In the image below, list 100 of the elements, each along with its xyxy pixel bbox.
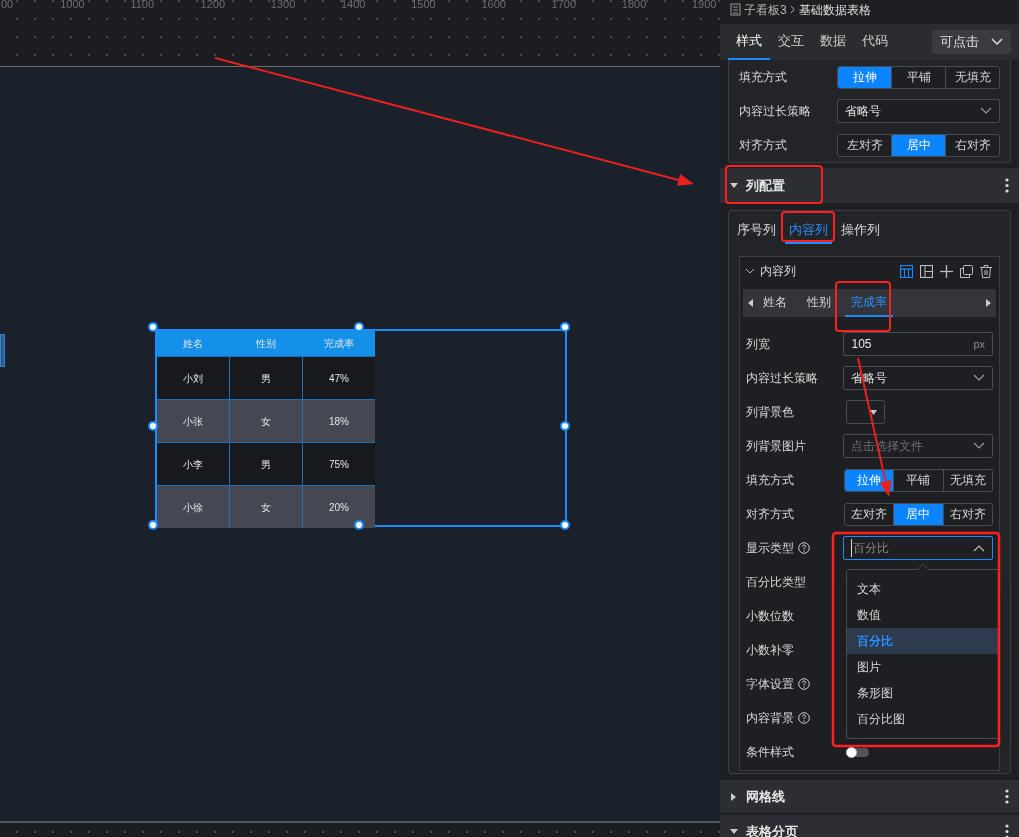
column-tab[interactable]: 操作列 — [837, 218, 884, 244]
help-icon[interactable] — [798, 542, 810, 554]
field-label: 内容背景 — [746, 710, 794, 727]
dropdown-option[interactable]: 图片 — [847, 654, 999, 680]
dropdown-option[interactable]: 文本 — [847, 576, 999, 602]
field-tab[interactable]: 性别 — [801, 289, 837, 317]
resize-handle[interactable] — [148, 421, 158, 431]
copy-icon[interactable] — [960, 264, 973, 278]
field-label: 百分比类型 — [746, 574, 806, 591]
table-cell: 女 — [229, 400, 302, 442]
panel-tab[interactable]: 交互 — [770, 24, 812, 60]
scroll-right-icon[interactable] — [986, 299, 991, 307]
select-field[interactable]: 百分比 — [843, 536, 993, 560]
columns-icon[interactable] — [920, 264, 933, 278]
resize-handle[interactable] — [560, 322, 570, 332]
add-icon[interactable] — [940, 264, 953, 278]
column-tab[interactable]: 内容列 — [785, 218, 832, 244]
field-label: 填充方式 — [746, 472, 794, 489]
help-icon[interactable] — [798, 712, 810, 724]
resize-handle[interactable] — [148, 520, 158, 530]
section-header[interactable]: 列配置 — [720, 168, 1019, 203]
table-cell: 75% — [302, 443, 375, 485]
field-label: 列背景图片 — [746, 438, 806, 455]
more-options-icon[interactable] — [1005, 824, 1009, 837]
field-label: 对齐方式 — [746, 506, 794, 523]
more-options-icon[interactable] — [1005, 178, 1009, 193]
breadcrumb-link[interactable]: 子看板3 — [744, 0, 787, 19]
panel-tab[interactable]: 代码 — [854, 24, 896, 60]
segment-option[interactable]: 拉伸 — [838, 66, 892, 88]
ruler-label: 1900 — [692, 0, 717, 11]
panel-tab[interactable]: 数据 — [812, 24, 854, 60]
resize-handle[interactable] — [560, 421, 570, 431]
document-icon — [730, 3, 741, 16]
ruler-label: 1100 — [130, 0, 155, 11]
segment-option[interactable]: 无填充 — [945, 66, 999, 88]
caret-down-icon[interactable] — [730, 827, 738, 836]
field-label: 填充方式 — [739, 69, 787, 86]
ruler-label: 1000 — [60, 0, 85, 11]
field-label: 列背景色 — [746, 404, 794, 421]
segment-option[interactable]: 左对齐 — [838, 134, 892, 156]
highlight-box — [781, 211, 835, 242]
toggle-switch[interactable] — [846, 747, 869, 757]
help-icon[interactable] — [798, 678, 810, 690]
input-field[interactable]: 105 px — [843, 332, 993, 356]
table-cell: 47% — [302, 357, 375, 399]
dropdown-option[interactable]: 百分比 — [847, 628, 999, 654]
section-header[interactable]: 网格线 — [720, 780, 1019, 813]
chevron-down-icon — [991, 38, 1003, 46]
segment-option[interactable]: 居中 — [893, 503, 943, 525]
highlight-box — [835, 281, 891, 332]
dropdown-option[interactable]: 数值 — [847, 602, 999, 628]
segment-option[interactable]: 平铺 — [891, 66, 946, 88]
section-title: 列配置 — [746, 176, 785, 195]
ruler-label: 1800 — [621, 0, 647, 11]
table-cell: 男 — [229, 357, 302, 399]
table-cell: 20% — [302, 486, 375, 528]
more-options-icon[interactable] — [1005, 789, 1009, 804]
chevron-down-icon — [973, 374, 985, 382]
dropdown-option[interactable]: 条形图 — [847, 680, 999, 706]
field-tab[interactable]: 姓名 — [757, 289, 793, 317]
breadcrumb-current: 基础数据表格 — [798, 1, 871, 19]
field-label: 字体设置 — [746, 676, 794, 693]
dropdown-option[interactable]: 百分比图 — [847, 706, 999, 732]
table-layout-icon[interactable] — [900, 264, 913, 278]
ruler-label: 1600 — [481, 0, 506, 11]
chevron-right-icon — [789, 5, 796, 14]
ruler-label: 1500 — [411, 0, 436, 11]
field-label: 小数补零 — [746, 642, 794, 659]
segment-option[interactable]: 无填充 — [942, 469, 992, 491]
chevron-down-icon — [973, 442, 985, 450]
caret-right-icon[interactable] — [730, 792, 738, 801]
chevron-down-icon[interactable] — [745, 267, 755, 275]
field-label: 内容过长策略 — [739, 103, 811, 120]
select-field[interactable]: 省略号 — [837, 99, 1000, 123]
field-label: 内容过长策略 — [746, 370, 818, 387]
segment-option[interactable]: 右对齐 — [945, 134, 999, 156]
resize-handle[interactable] — [148, 322, 158, 332]
column-tab[interactable]: 序号列 — [733, 218, 780, 244]
group-title: 内容列 — [760, 263, 796, 280]
table-cell: 小李 — [157, 443, 229, 485]
chevron-down-icon — [980, 107, 992, 115]
section-title: 网格线 — [746, 787, 785, 806]
field-tab[interactable]: 完成率 — [845, 289, 893, 317]
field-label: 显示类型 — [746, 540, 794, 557]
color-picker[interactable] — [846, 400, 885, 424]
table-cell: 男 — [229, 443, 302, 485]
segment-option[interactable]: 居中 — [891, 134, 946, 156]
table-cell: 小徐 — [157, 486, 229, 528]
field-label: 列宽 — [746, 336, 770, 353]
resize-handle[interactable] — [560, 520, 570, 530]
table-cell: 小刘 — [157, 357, 229, 399]
caret-down-icon[interactable] — [730, 181, 738, 190]
scroll-left-icon[interactable] — [748, 299, 753, 307]
resize-handle[interactable] — [354, 520, 364, 530]
table-cell: 小张 — [157, 400, 229, 442]
mode-select[interactable]: 可点击 — [932, 30, 1011, 54]
segment-option[interactable]: 右对齐 — [942, 503, 992, 525]
delete-icon[interactable] — [980, 264, 992, 278]
resize-handle[interactable] — [354, 322, 364, 332]
ruler-label: 1300 — [270, 0, 296, 11]
